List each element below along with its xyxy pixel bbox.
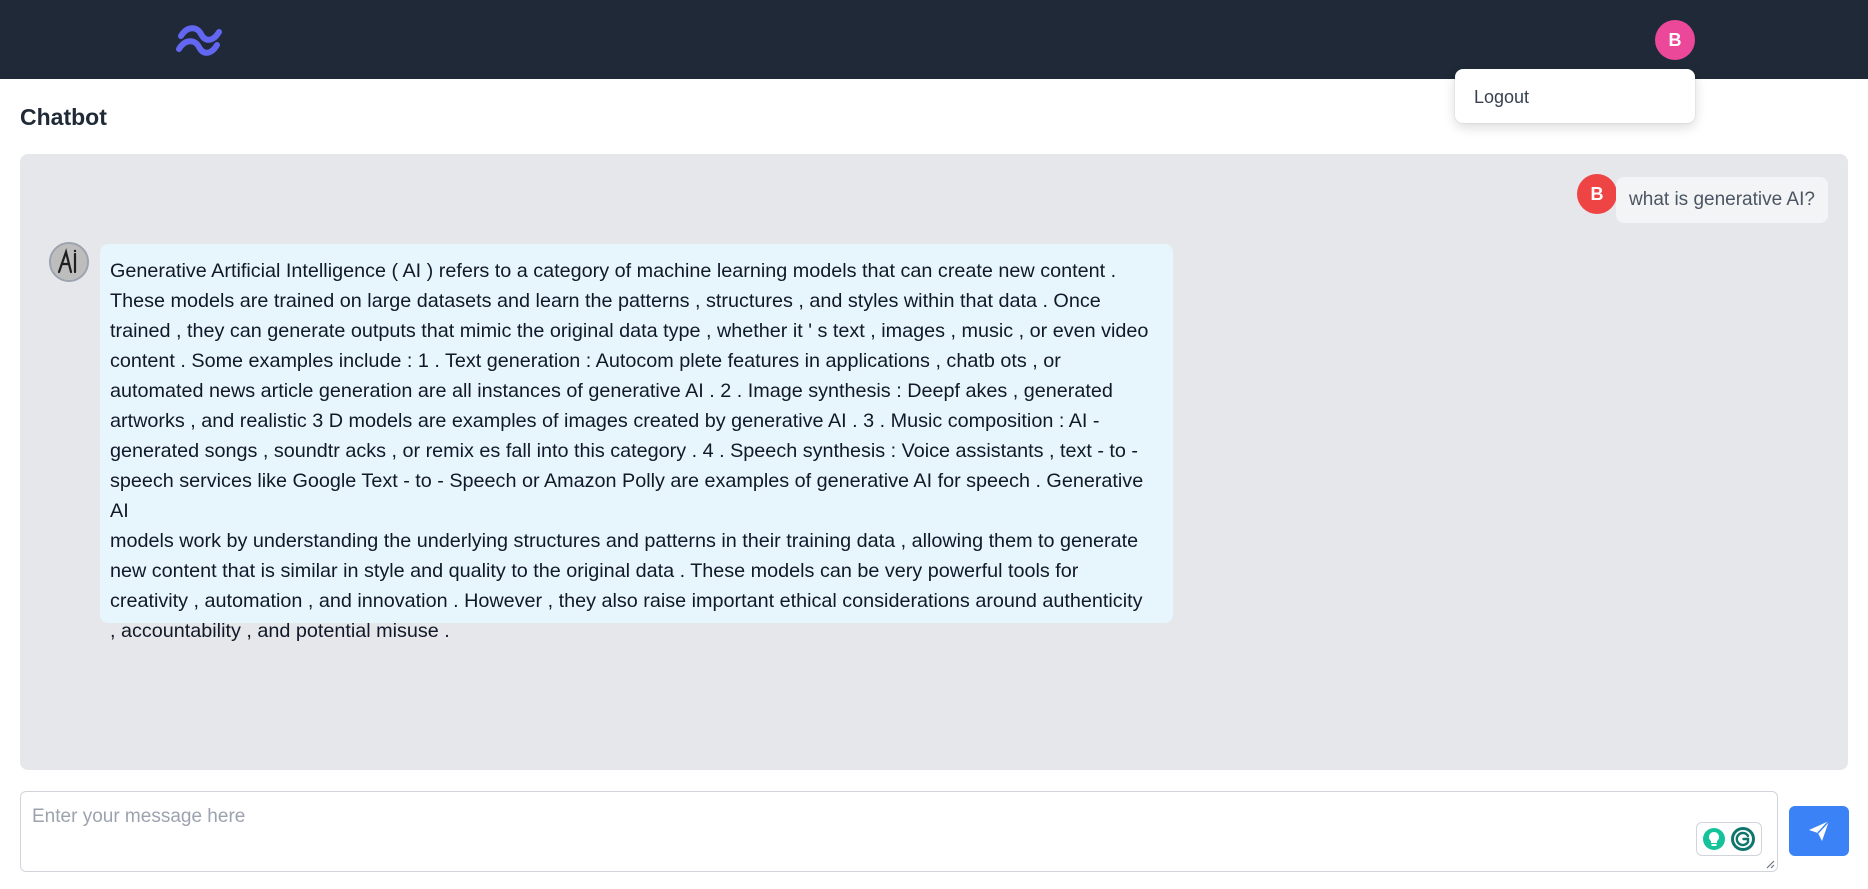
ai-message-line: new content that is similar in style and… <box>110 560 1079 582</box>
user-message-avatar: B <box>1577 174 1617 214</box>
ai-message-line: speech services like Google Text - to - … <box>110 470 1144 522</box>
ai-message-line: , accountability , and potential misuse … <box>110 620 450 642</box>
ai-message-line: generated songs , soundtr acks , or remi… <box>110 440 1139 462</box>
ai-message-line: artworks , and realistic 3 D models are … <box>110 410 1100 432</box>
ai-avatar-icon <box>49 242 89 282</box>
grammarly-icon[interactable] <box>1730 826 1756 852</box>
tailwind-logo-icon[interactable] <box>175 22 223 56</box>
ai-message-line: These models are trained on large datase… <box>110 290 1101 312</box>
ai-message-line: content . Some examples include : 1 . Te… <box>110 350 1061 372</box>
resize-grip-icon[interactable] <box>1765 859 1775 869</box>
page-title: Chatbot <box>20 104 107 130</box>
logout-menu-item[interactable]: Logout <box>1474 87 1529 108</box>
user-message-bubble: what is generative AI? <box>1616 177 1828 223</box>
lightbulb-icon[interactable] <box>1702 827 1726 851</box>
writing-assistant-widget[interactable] <box>1696 822 1762 856</box>
ai-message-bubble: Generative Artificial Intelligence ( AI … <box>100 244 1173 642</box>
user-dropdown-menu: Logout <box>1455 69 1695 123</box>
message-input[interactable] <box>21 792 1777 871</box>
message-input-container <box>20 791 1778 872</box>
ai-message-line: creativity , automation , and innovation… <box>110 590 1143 612</box>
ai-message-line: models work by understanding the underly… <box>110 530 1139 552</box>
paper-plane-icon <box>1809 820 1830 841</box>
user-menu-avatar[interactable]: B <box>1655 20 1695 60</box>
ai-message-line: Generative Artificial Intelligence ( AI … <box>110 260 1117 282</box>
ai-message-line: trained , they can generate outputs that… <box>110 320 1149 342</box>
top-navbar: B <box>0 0 1868 79</box>
send-button[interactable] <box>1789 806 1849 856</box>
ai-message-line: automated news article generation are al… <box>110 380 1113 402</box>
